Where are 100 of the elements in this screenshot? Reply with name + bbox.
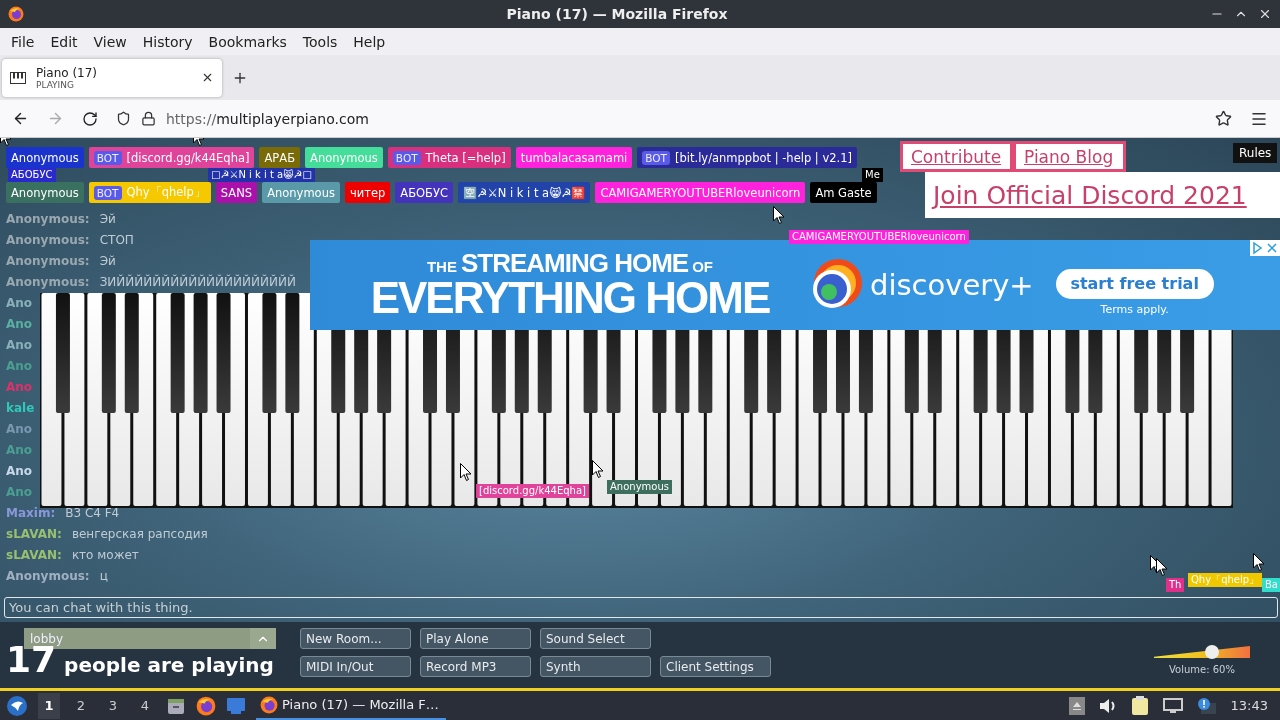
workspace-button[interactable]: 3 bbox=[102, 692, 124, 719]
workspace-button[interactable]: 4 bbox=[134, 692, 156, 719]
back-icon[interactable] bbox=[12, 110, 29, 127]
chat-message: ЗИЙЙЙЙЙЙЙЙЙЙЙЙЙЙЙЙЙЙЙЙ bbox=[99, 274, 296, 289]
cursor-name-tag: Ba bbox=[1262, 578, 1280, 592]
chat-author: Anonymous: bbox=[6, 274, 90, 289]
chat-author: Anonymous: bbox=[6, 232, 90, 247]
name-tag: tumbalacasamami bbox=[515, 147, 633, 168]
chat-author: Ano bbox=[6, 442, 33, 457]
control-button[interactable]: Synth bbox=[540, 656, 651, 677]
participant-name: [discord.gg/k44Eqha] bbox=[126, 150, 250, 165]
name-tag: Anonymous bbox=[6, 147, 84, 168]
chat-message: Эй bbox=[99, 253, 116, 268]
chat-author: Ano bbox=[6, 421, 33, 436]
page-link[interactable]: Piano Blog bbox=[1013, 141, 1126, 172]
lock-icon[interactable] bbox=[141, 111, 156, 126]
name-tag: Me bbox=[862, 168, 883, 182]
reload-icon[interactable] bbox=[82, 110, 98, 127]
firefox-icon bbox=[8, 6, 24, 22]
speaker-icon[interactable] bbox=[1098, 697, 1117, 714]
bird-logo-icon[interactable] bbox=[6, 694, 28, 717]
name-tag: SANS bbox=[215, 182, 258, 203]
chat-author: Ano bbox=[6, 463, 33, 478]
taskbar-task[interactable]: Piano (17) — Mozilla F… bbox=[256, 691, 446, 720]
control-button[interactable]: New Room... bbox=[300, 628, 411, 649]
free-trial-button[interactable]: start free trial bbox=[1055, 268, 1214, 299]
brand-name: discovery+ bbox=[870, 268, 1034, 302]
menu-item[interactable]: File bbox=[3, 33, 43, 50]
discord-link[interactable]: Join Official Discord 2021 bbox=[925, 172, 1280, 218]
eject-icon[interactable] bbox=[1068, 696, 1085, 715]
control-button[interactable]: Play Alone bbox=[420, 628, 531, 649]
bot-badge: BOT bbox=[93, 150, 122, 165]
chat-author: Anonymous: bbox=[6, 211, 90, 226]
control-button[interactable]: MIDI In/Out bbox=[300, 656, 411, 677]
clock: 13:43 bbox=[1230, 698, 1268, 713]
bot-badge: BOT bbox=[392, 150, 421, 165]
name-tag: АБОБУС bbox=[395, 182, 454, 203]
volume-knob[interactable] bbox=[1204, 645, 1219, 659]
cursor-name-tag: Anonymous bbox=[607, 480, 672, 494]
name-tag: АБОБУС bbox=[8, 168, 56, 182]
menu-item[interactable]: Tools bbox=[294, 33, 346, 50]
bot-badge: BOT bbox=[93, 185, 122, 200]
chat-message: СТОП bbox=[99, 232, 134, 247]
ad-text: THE bbox=[426, 259, 457, 274]
browser-tab[interactable]: Piano (17) PLAYING bbox=[2, 58, 222, 97]
close-icon[interactable] bbox=[1258, 7, 1272, 21]
clipboard-icon[interactable] bbox=[1130, 695, 1149, 716]
chat-author: sLAVAN: bbox=[6, 526, 62, 541]
menu-item[interactable]: Edit bbox=[42, 33, 86, 50]
name-tag: читер bbox=[344, 182, 391, 203]
name-tag: Anonymous bbox=[262, 182, 340, 203]
menu-item[interactable]: Bookmarks bbox=[200, 33, 295, 50]
workspace-button[interactable]: 2 bbox=[70, 692, 92, 719]
network-icon[interactable] bbox=[1162, 697, 1183, 714]
chat-input-field[interactable]: You can chat with this thing. bbox=[4, 597, 1278, 618]
tab-status: PLAYING bbox=[36, 79, 75, 90]
firefox-icon bbox=[196, 695, 216, 716]
bookmark-star-icon[interactable] bbox=[1215, 110, 1232, 127]
participant-name: [bit.ly/anmppbot | -help | v2.1] bbox=[675, 150, 852, 165]
ad-headline: EVERYTHING HOME bbox=[370, 276, 770, 320]
tab-title: Piano (17) bbox=[36, 65, 99, 80]
chat-author: Ano bbox=[6, 295, 33, 310]
menu-item[interactable]: Help bbox=[345, 33, 394, 50]
ad-text: OF bbox=[692, 259, 714, 274]
name-tag: 🈳☭⚔N i k i t a😸☭🈲 bbox=[458, 182, 591, 203]
ad-note: Terms apply. bbox=[1100, 302, 1169, 316]
url-text[interactable]: https://multiplayerpiano.com bbox=[166, 110, 369, 127]
window-title: Piano (17) — Mozilla Firefox bbox=[506, 6, 728, 22]
rules-button[interactable]: Rules bbox=[1233, 143, 1278, 163]
control-button[interactable]: Record MP3 bbox=[420, 656, 531, 677]
window-icon[interactable] bbox=[226, 696, 246, 715]
firefox-icon bbox=[260, 695, 278, 714]
cursor-name-tag: [discord.gg/k44Eqha] bbox=[476, 484, 589, 498]
chat-author: Ano bbox=[6, 358, 33, 373]
chat-message: кто может bbox=[71, 547, 139, 562]
page-link[interactable]: Contribute bbox=[900, 141, 1013, 172]
shield-icon[interactable] bbox=[116, 111, 131, 126]
menu-item[interactable]: History bbox=[134, 33, 201, 50]
menu-item[interactable]: View bbox=[85, 33, 135, 50]
chat-author: Maxim: bbox=[6, 505, 56, 520]
ad-choices-icon[interactable] bbox=[1250, 240, 1280, 256]
control-button[interactable]: Client Settings bbox=[660, 656, 771, 677]
chat-message: Эй bbox=[99, 211, 116, 226]
volume-label: Volume: 60% bbox=[1169, 664, 1235, 675]
chat-author: Ano bbox=[6, 379, 33, 394]
piano-icon bbox=[10, 71, 26, 84]
participant-name: Qhy「qhelp」 bbox=[126, 185, 206, 200]
mouse-cursor-icon bbox=[773, 206, 785, 225]
chat-author: kale bbox=[6, 400, 35, 415]
ad-headline: STREAMING HOME bbox=[460, 250, 689, 276]
control-button[interactable]: Sound Select bbox=[540, 628, 651, 649]
cursor-name-tag: CAMIGAMERYOUTUBERloveunicorn bbox=[789, 230, 969, 244]
workspace-button[interactable]: 1 bbox=[38, 692, 60, 719]
close-icon[interactable] bbox=[201, 71, 214, 84]
player-count-label: people are playing bbox=[64, 653, 274, 677]
mouse-cursor-icon bbox=[592, 460, 604, 479]
advertisement-banner[interactable]: THE STREAMING HOME OF EVERYTHING HOME discovery+ start free trial Terms apply. bbox=[310, 240, 1280, 330]
brand-logo-icon bbox=[810, 259, 862, 311]
notification-icon[interactable] bbox=[1196, 696, 1217, 715]
name-tag: □☭⚔N i k i t a😸☭□ bbox=[208, 168, 315, 182]
